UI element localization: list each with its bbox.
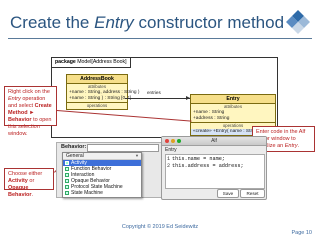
state-machine-icon: [65, 191, 69, 195]
opaque-behavior-icon: [65, 179, 69, 183]
page-number: Page 10: [291, 230, 313, 236]
chevron-down-icon: ▼: [135, 153, 139, 158]
behavior-type-dropdown[interactable]: General ▼ Activity Function Behavior Inte…: [62, 152, 142, 198]
save-button[interactable]: Save: [217, 189, 239, 198]
title-divider: [8, 38, 312, 39]
class-name: AddressBook: [67, 75, 127, 84]
editor-subtitle: Entry: [165, 147, 177, 153]
interaction-icon: [65, 173, 69, 177]
window-title: Alf: [211, 138, 217, 144]
code-editor[interactable]: 1 this.name = name; 2 this.address = addre…: [165, 154, 265, 189]
page-title: Create the Entry constructor method: [10, 13, 285, 32]
logo-icon: [286, 10, 310, 34]
package-tab: package Model[Address Book]: [52, 58, 131, 68]
reset-button[interactable]: Reset: [240, 189, 265, 198]
copyright-text: Copyright © 2019 Ed Seidewitz: [121, 224, 199, 230]
code-line: 1 this.name = name;: [167, 156, 225, 162]
activity-icon: [65, 161, 69, 165]
protocol-state-machine-icon: [65, 185, 69, 189]
code-line: 2 this.address = address;: [167, 163, 244, 169]
association-line: [125, 98, 190, 99]
operations-label: operations: [67, 102, 127, 109]
dropdown-header: General ▼: [63, 153, 141, 160]
function-behavior-icon: [65, 167, 69, 171]
right-click-callout: Right click on the Entry operation and s…: [4, 86, 57, 137]
behavior-label: Behavior:: [61, 144, 87, 150]
alf-editor-window: Alf Entry 1 this.name = name; 2 this.addre…: [161, 136, 267, 200]
addressbook-class[interactable]: AddressBook attributes +name : String, a…: [66, 74, 140, 110]
window-titlebar: Alf: [162, 137, 266, 146]
association-arrowhead: [186, 96, 190, 100]
choose-callout: Choose either Activity or Opaque Behavio…: [4, 168, 54, 198]
class-name: Entry: [191, 95, 275, 104]
behavior-panel: Behavior: General ▼ Activity Function Beh…: [56, 142, 162, 198]
behavior-input[interactable]: [87, 144, 159, 152]
association-label: entries: [147, 90, 161, 95]
class-attribute: +name : String ) : String [0..*]: [69, 96, 131, 101]
dropdown-item-state-machine[interactable]: State Machine: [63, 190, 141, 196]
